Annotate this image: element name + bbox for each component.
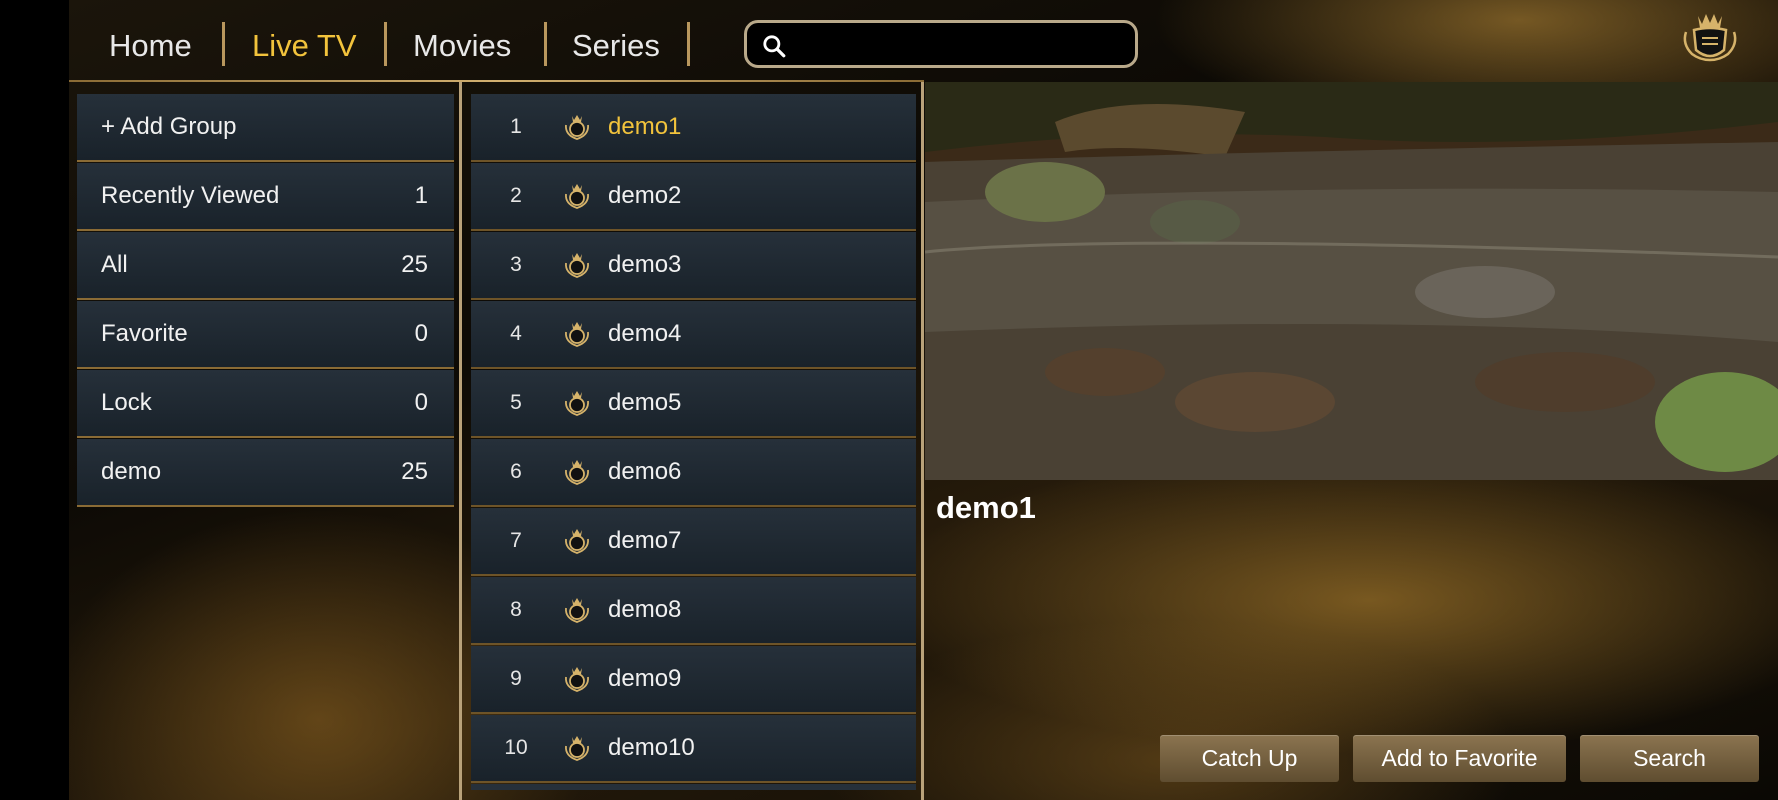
channel-number: 5 — [510, 391, 522, 414]
search-button[interactable]: Search — [1580, 735, 1759, 782]
channel-name: demo9 — [608, 665, 682, 692]
tab-home[interactable]: Home — [109, 22, 192, 70]
nav-divider — [384, 22, 387, 66]
channel-logo-icon — [565, 667, 589, 692]
channel-number: 3 — [510, 253, 522, 276]
channel-name: demo7 — [608, 527, 682, 554]
channel-number: 10 — [504, 736, 528, 759]
video-preview[interactable] — [925, 82, 1778, 480]
channel-logo-icon — [565, 253, 589, 278]
channel-row[interactable]: 2 demo2 — [471, 163, 916, 229]
channel-logo-icon — [565, 736, 589, 761]
channel-list-partial-row — [471, 784, 916, 790]
channel-name: demo5 — [608, 389, 682, 416]
group-count: 25 — [401, 458, 428, 485]
group-label: Favorite — [101, 320, 188, 347]
tab-series[interactable]: Series — [572, 22, 660, 70]
group-item-lock[interactable]: Lock 0 — [77, 370, 454, 436]
tab-movies[interactable]: Movies — [413, 22, 511, 70]
channel-list: 1 demo1 2 demo2 3 demo3 4 demo4 5 demo5 … — [471, 94, 916, 790]
channel-name: demo3 — [608, 251, 682, 278]
channel-row[interactable]: 1 demo1 — [471, 94, 916, 160]
channel-number: 7 — [510, 529, 522, 552]
nav-divider — [687, 22, 690, 66]
group-item-favorite[interactable]: Favorite 0 — [77, 301, 454, 367]
channel-name: demo10 — [608, 734, 695, 761]
group-label: Recently Viewed — [101, 182, 280, 209]
channel-number: 6 — [510, 460, 522, 483]
stream-scene-image — [925, 82, 1778, 480]
add-group-button[interactable]: + Add Group — [77, 94, 454, 160]
channel-logo-icon — [565, 322, 589, 347]
panel-divider — [459, 82, 462, 800]
channel-logo-icon — [565, 391, 589, 416]
group-count: 0 — [414, 320, 428, 347]
nav-divider — [544, 22, 547, 66]
channel-logo-icon — [565, 115, 589, 140]
nav-divider — [222, 22, 225, 66]
search-input[interactable] — [801, 29, 1125, 63]
channel-row[interactable]: 8 demo8 — [471, 577, 916, 643]
group-count: 25 — [401, 251, 428, 278]
channel-logo-icon — [565, 598, 589, 623]
channel-name: demo4 — [608, 320, 682, 347]
channel-number: 9 — [510, 667, 522, 690]
channel-row[interactable]: 10 demo10 — [471, 715, 916, 781]
group-item-all[interactable]: All 25 — [77, 232, 454, 298]
channel-logo-icon — [565, 529, 589, 554]
channel-number: 2 — [510, 184, 522, 207]
group-count: 1 — [414, 182, 428, 209]
channel-row[interactable]: 6 demo6 — [471, 439, 916, 505]
channel-number: 1 — [510, 115, 522, 138]
channel-name: demo2 — [608, 182, 682, 209]
channel-name: demo6 — [608, 458, 682, 485]
channel-row[interactable]: 7 demo7 — [471, 508, 916, 574]
crown-crest-logo-icon — [1683, 14, 1737, 62]
group-label: Lock — [101, 389, 152, 416]
tab-live-tv[interactable]: Live TV — [252, 22, 357, 70]
channel-logo-icon — [565, 184, 589, 209]
group-count: 0 — [414, 389, 428, 416]
group-label: + Add Group — [101, 113, 237, 140]
group-item-recently-viewed[interactable]: Recently Viewed 1 — [77, 163, 454, 229]
now-playing-title: demo1 — [936, 490, 1036, 525]
channel-row[interactable]: 5 demo5 — [471, 370, 916, 436]
group-label: All — [101, 251, 128, 278]
search-icon — [763, 35, 786, 58]
add-to-favorite-button[interactable]: Add to Favorite — [1353, 735, 1566, 782]
catch-up-button[interactable]: Catch Up — [1160, 735, 1339, 782]
channel-row[interactable]: 3 demo3 — [471, 232, 916, 298]
channel-number: 4 — [510, 322, 522, 345]
group-item-demo[interactable]: demo 25 — [77, 439, 454, 505]
panel-divider — [921, 82, 924, 800]
channel-row[interactable]: 4 demo4 — [471, 301, 916, 367]
channel-name: demo8 — [608, 596, 682, 623]
group-list: + Add Group Recently Viewed 1 All 25 Fav… — [77, 94, 454, 508]
left-black-strip — [0, 0, 69, 800]
channel-name: demo1 — [608, 113, 682, 140]
channel-row[interactable]: 9 demo9 — [471, 646, 916, 712]
group-label: demo — [101, 458, 162, 485]
channel-number: 8 — [510, 598, 522, 621]
search-bar[interactable] — [744, 20, 1138, 68]
channel-logo-icon — [565, 460, 589, 485]
nav-underline — [69, 80, 924, 82]
